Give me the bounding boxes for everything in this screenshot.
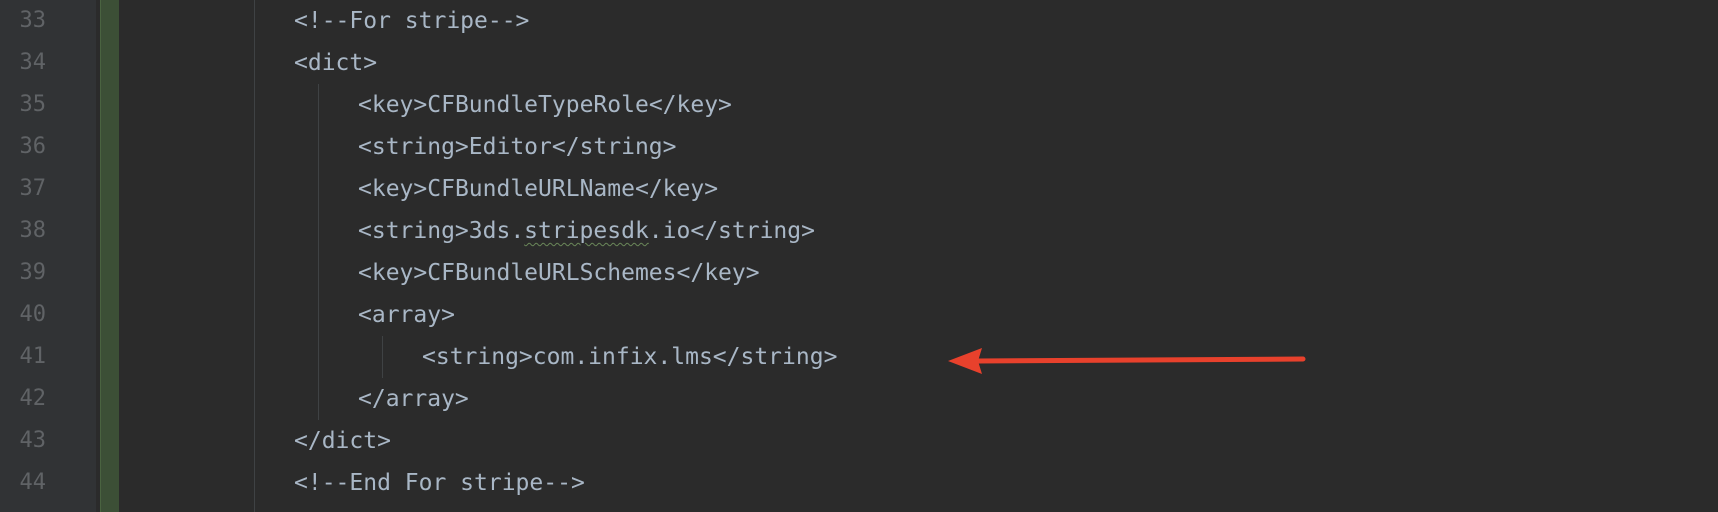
- code-line[interactable]: <key>CFBundleTypeRole</key>: [118, 84, 1718, 126]
- red-arrow-left-icon: [948, 348, 1306, 374]
- xml-tag: <key>: [358, 176, 428, 202]
- xml-tag: <key>: [358, 92, 428, 118]
- xml-tag: </dict>: [294, 428, 391, 454]
- code-line[interactable]: <dict>: [118, 42, 1718, 84]
- code-line[interactable]: <string>3ds.stripesdk.io</string>: [118, 210, 1718, 252]
- line-number: 33: [19, 8, 47, 33]
- xml-tag: <array>: [358, 302, 455, 328]
- xml-text: CFBundleURLSchemes: [427, 260, 677, 286]
- code-line[interactable]: <!--For stripe-->: [118, 0, 1718, 42]
- xml-tag: <string>: [358, 218, 469, 244]
- code-line[interactable]: <key>CFBundleURLName</key>: [118, 168, 1718, 210]
- code-line[interactable]: <!--End For stripe-->: [118, 462, 1718, 504]
- xml-text: 3ds.: [468, 218, 525, 244]
- xml-tag: </array>: [358, 386, 469, 412]
- line-number: 44: [19, 470, 47, 495]
- code-line[interactable]: </array>: [118, 378, 1718, 420]
- line-numbers: 33 34 35 36 37 38 39 40 41 42 43 44: [0, 0, 96, 512]
- vcs-change-marker[interactable]: [100, 0, 119, 512]
- line-number: 40: [19, 302, 47, 327]
- code-line[interactable]: <array>: [118, 294, 1718, 336]
- line-number: 39: [19, 260, 47, 285]
- line-number: 38: [19, 218, 47, 243]
- line-number: 41: [19, 344, 47, 369]
- xml-tag: <key>: [358, 260, 428, 286]
- line-number: 36: [19, 134, 47, 159]
- line-number: 42: [19, 386, 47, 411]
- xml-tag: </string>: [690, 218, 815, 244]
- xml-tag: </key>: [676, 260, 760, 286]
- code-editor[interactable]: <!--For stripe--> <dict> <key>CFBundleType…: [0, 0, 1718, 512]
- line-number: 43: [19, 428, 47, 453]
- xml-comment: <!--End For stripe-->: [294, 470, 585, 496]
- xml-tag: </key>: [648, 92, 732, 118]
- xml-tag: </key>: [634, 176, 719, 202]
- xml-comment: <!--For stripe-->: [294, 8, 530, 34]
- xml-text: CFBundleTypeRole: [427, 92, 649, 118]
- code-line[interactable]: <string>com.infix.lms</string>: [118, 336, 1718, 378]
- code-line[interactable]: </dict>: [118, 420, 1718, 462]
- line-number: 37: [19, 176, 47, 201]
- xml-text: com.infix.lms: [532, 344, 713, 370]
- code-line[interactable]: <string>Editor</string>: [118, 126, 1718, 168]
- xml-tag: <string>: [358, 134, 469, 160]
- xml-tag: <dict>: [294, 50, 378, 76]
- xml-text: Editor: [468, 134, 552, 160]
- xml-tag: </string>: [551, 134, 677, 160]
- xml-text: CFBundleURLName: [427, 176, 635, 202]
- xml-text: .io: [648, 218, 691, 244]
- line-number: 35: [19, 92, 47, 117]
- xml-tag: </string>: [712, 344, 838, 370]
- code-line[interactable]: <key>CFBundleURLSchemes</key>: [118, 252, 1718, 294]
- line-number: 34: [19, 50, 47, 75]
- xml-text: stripesdk: [524, 218, 649, 244]
- xml-tag: <string>: [422, 344, 533, 370]
- code-area[interactable]: <!--For stripe--> <dict> <key>CFBundleType…: [118, 0, 1718, 512]
